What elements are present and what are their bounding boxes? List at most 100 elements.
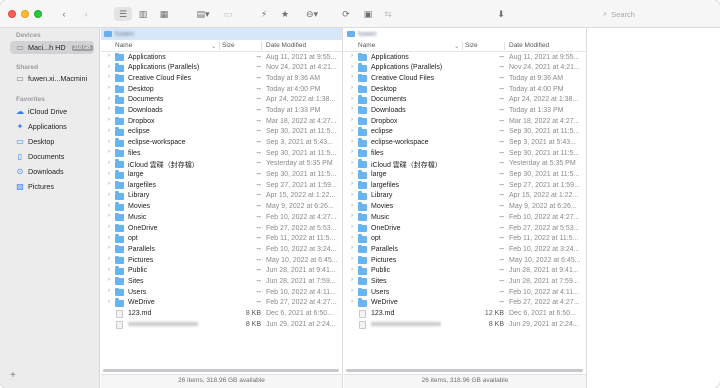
table-row[interactable]: › Creative Cloud Files -- Today at 9:36 AM [344, 73, 586, 84]
table-row[interactable]: › eclipse -- Sep 30, 2021 at 11:5... [101, 127, 342, 138]
disclosure-chevron-icon[interactable]: › [108, 245, 110, 251]
download-icon[interactable]: ⬇ [495, 7, 507, 21]
column-divider[interactable] [504, 42, 505, 50]
chevron-right-icon[interactable]: › [80, 7, 92, 21]
disclosure-chevron-icon[interactable]: › [351, 277, 353, 283]
disclosure-chevron-icon[interactable]: › [351, 288, 353, 294]
table-row[interactable]: › Public -- Jun 28, 2021 at 9:41... [101, 266, 342, 277]
disclosure-chevron-icon[interactable]: › [351, 171, 353, 177]
disclosure-chevron-icon[interactable]: › [108, 288, 110, 294]
table-row[interactable]: › large -- Sep 30, 2021 at 11:5... [101, 170, 342, 181]
disclosure-chevron-icon[interactable]: › [108, 256, 110, 262]
table-row[interactable]: › Library -- Apr 15, 2022 at 1:22... [344, 191, 586, 202]
list-view-icon[interactable]: ☰ [114, 7, 132, 21]
disclosure-chevron-icon[interactable]: › [351, 245, 353, 251]
scrollbar[interactable] [346, 369, 583, 372]
star-icon[interactable]: ★ [279, 7, 291, 21]
table-row[interactable]: › WeDrive -- Feb 27, 2022 at 4:27... [344, 298, 586, 309]
table-row[interactable]: › opt -- Feb 11, 2022 at 11:5... [344, 234, 586, 245]
disclosure-chevron-icon[interactable]: › [351, 256, 353, 262]
disclosure-chevron-icon[interactable]: › [351, 106, 353, 112]
table-row[interactable]: › Downloads -- Today at 1:33 PM [344, 105, 586, 116]
sidebar-item-documents[interactable]: ▯ Documents [10, 150, 94, 163]
table-row[interactable]: › Parallels -- Feb 10, 2022 at 3:24... [344, 244, 586, 255]
table-row[interactable]: › Downloads -- Today at 1:33 PM [101, 105, 342, 116]
column-name[interactable]: Name [358, 42, 375, 49]
disclosure-chevron-icon[interactable]: › [351, 64, 353, 70]
gallery-view-icon[interactable]: ▦ [157, 7, 171, 21]
disclosure-chevron-icon[interactable]: › [351, 203, 353, 209]
table-row[interactable]: › WeDrive -- Feb 27, 2022 at 4:27... [101, 298, 342, 309]
disclosure-chevron-icon[interactable]: › [351, 267, 353, 273]
table-row[interactable]: › largefiles -- Sep 27, 2021 at 1:59... [101, 180, 342, 191]
table-row[interactable]: › Sites -- Jun 28, 2021 at 7:59... [101, 276, 342, 287]
table-row[interactable]: › OneDrive -- Feb 27, 2022 at 5:53... [344, 223, 586, 234]
table-row[interactable]: › files -- Sep 30, 2021 at 11:5... [101, 148, 342, 159]
table-row[interactable]: › Desktop -- Today at 4:00 PM [101, 84, 342, 95]
table-row[interactable]: › files -- Sep 30, 2021 at 11:5... [344, 148, 586, 159]
table-row[interactable]: › Creative Cloud Files -- Today at 9:36 AM [101, 73, 342, 84]
column-date[interactable]: Date Modified [266, 42, 306, 49]
disclosure-chevron-icon[interactable]: › [108, 203, 110, 209]
disclosure-chevron-icon[interactable]: › [108, 139, 110, 145]
table-row[interactable]: › Music -- Feb 10, 2022 at 4:27... [344, 212, 586, 223]
disclosure-chevron-icon[interactable]: › [351, 85, 353, 91]
disclosure-chevron-icon[interactable]: › [108, 96, 110, 102]
table-row[interactable]: › Dropbox -- Mar 18, 2022 at 4:27... [344, 116, 586, 127]
disclosure-chevron-icon[interactable]: › [108, 299, 110, 305]
table-row[interactable]: › Pictures -- May 10, 2022 at 6:45... [101, 255, 342, 266]
disclosure-chevron-icon[interactable]: › [108, 160, 110, 166]
table-row[interactable]: › Documents -- Apr 24, 2022 at 1:38... [344, 95, 586, 106]
search-field[interactable]: ⌕ Search [603, 7, 713, 21]
disclosure-chevron-icon[interactable]: › [351, 139, 353, 145]
table-row[interactable]: › large -- Sep 30, 2021 at 11:5... [344, 170, 586, 181]
disclosure-chevron-icon[interactable]: › [108, 213, 110, 219]
swap-icon[interactable]: ⇆ [382, 7, 394, 21]
sidebar-item-desktop[interactable]: ▭ Desktop [10, 135, 94, 148]
disclosure-chevron-icon[interactable]: › [108, 224, 110, 230]
table-row[interactable]: › Movies -- May 9, 2022 at 6:26... [344, 202, 586, 213]
more-icon[interactable]: ⊖▾ [303, 7, 321, 21]
disclosure-chevron-icon[interactable]: › [108, 128, 110, 134]
table-row[interactable]: › Music -- Feb 10, 2022 at 4:27... [101, 212, 342, 223]
table-row[interactable]: › Dropbox -- Mar 18, 2022 at 4:27... [101, 116, 342, 127]
table-row[interactable]: › Library -- Apr 15, 2022 at 1:22... [101, 191, 342, 202]
disclosure-chevron-icon[interactable]: › [108, 106, 110, 112]
minimize-button[interactable] [21, 9, 29, 18]
table-row[interactable]: › eclipse-workspace -- Sep 3, 2021 at 5:43.… [344, 138, 586, 149]
table-row[interactable]: › Movies -- May 9, 2022 at 6:26... [101, 202, 342, 213]
disclosure-chevron-icon[interactable]: › [108, 192, 110, 198]
sidebar-item-icloud[interactable]: ☁ iCloud Drive [10, 105, 94, 118]
disclosure-chevron-icon[interactable]: › [351, 117, 353, 123]
scrollbar[interactable] [103, 369, 339, 372]
table-row[interactable]: xxxxxxxxxxxxxxxxxxxx 8 KB Jun 29, 2021 at … [344, 319, 586, 330]
table-row[interactable]: › OneDrive -- Feb 27, 2022 at 5:53... [101, 223, 342, 234]
column-name[interactable]: Name [115, 42, 132, 49]
disclosure-chevron-icon[interactable]: › [108, 117, 110, 123]
disclosure-chevron-icon[interactable]: › [108, 181, 110, 187]
sidebar-item-applications[interactable]: ✦ Applications [10, 120, 94, 133]
table-row[interactable]: › Applications -- Aug 11, 2021 at 9:55... [344, 52, 586, 63]
disclosure-chevron-icon[interactable]: › [351, 53, 353, 59]
sidebar-item-macmini[interactable]: ▭ fuwen.xi...Macmini [10, 72, 94, 85]
disclosure-chevron-icon[interactable]: › [108, 267, 110, 273]
chevron-left-icon[interactable]: ‹ [58, 7, 70, 21]
disclosure-chevron-icon[interactable]: › [351, 213, 353, 219]
sidebar-item-pictures[interactable]: ▨ Pictures [10, 180, 94, 193]
table-row[interactable]: › eclipse -- Sep 30, 2021 at 11:5... [344, 127, 586, 138]
table-row[interactable]: › eclipse-workspace -- Sep 3, 2021 at 5:43.… [101, 138, 342, 149]
disclosure-chevron-icon[interactable]: › [351, 128, 353, 134]
disclosure-chevron-icon[interactable]: › [108, 235, 110, 241]
disclosure-chevron-icon[interactable]: › [351, 181, 353, 187]
table-row[interactable]: › Applications (Parallels) -- Nov 24, 2021 … [101, 63, 342, 74]
column-divider[interactable] [462, 42, 463, 50]
path-bar[interactable]: fuwen [101, 28, 342, 40]
close-button[interactable] [8, 9, 16, 18]
sidebar-item-downloads[interactable]: ⊙ Downloads [10, 165, 94, 178]
disclosure-chevron-icon[interactable]: › [108, 149, 110, 155]
table-row[interactable]: › Parallels -- Feb 10, 2022 at 3:24... [101, 244, 342, 255]
table-row[interactable]: xxxxxxxxxxxxxxxxxxxx 8 KB Jun 29, 2021 at … [101, 319, 342, 330]
disclosure-chevron-icon[interactable]: › [351, 192, 353, 198]
column-date[interactable]: Date Modified [509, 42, 549, 49]
disclosure-chevron-icon[interactable]: › [108, 85, 110, 91]
